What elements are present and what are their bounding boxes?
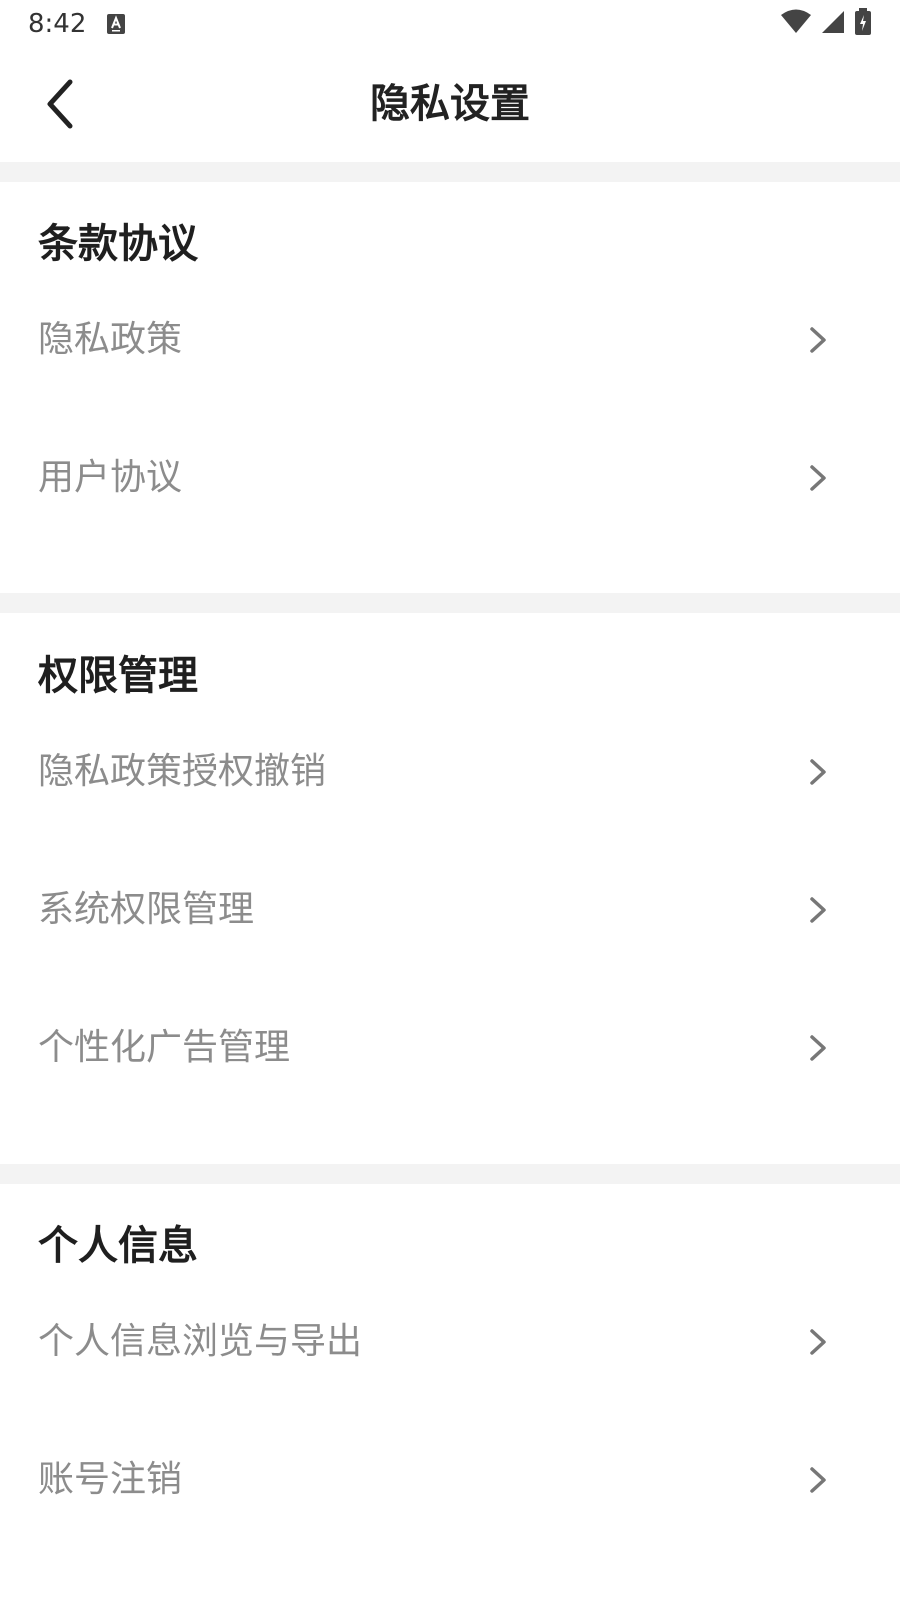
section-divider [0,593,900,613]
app-bar: 隐私设置 [0,50,900,162]
status-bar: 8:42 [0,0,900,50]
row-personal-info-export[interactable]: 个人信息浏览与导出 [0,1294,900,1390]
status-icons [780,8,872,40]
chevron-right-icon [810,759,826,785]
section-divider [0,162,900,182]
row-label: 隐私政策 [38,319,183,360]
row-user-agreement[interactable]: 用户协议 [0,430,900,526]
chevron-right-icon [810,1329,826,1355]
row-account-deletion[interactable]: 账号注销 [0,1432,900,1528]
row-label: 用户协议 [38,457,183,498]
font-a-icon [106,13,126,35]
row-label: 个人信息浏览与导出 [38,1321,363,1362]
chevron-right-icon [810,327,826,353]
section-title-personal-info: 个人信息 [38,1223,198,1269]
chevron-right-icon [810,465,826,491]
back-button[interactable] [30,74,90,134]
row-label: 系统权限管理 [38,889,255,930]
row-personalized-ads[interactable]: 个性化广告管理 [0,1000,900,1096]
row-label: 账号注销 [38,1459,183,1500]
back-arrow-icon [47,79,73,129]
chevron-right-icon [810,897,826,923]
row-system-permissions[interactable]: 系统权限管理 [0,862,900,958]
section-title-terms: 条款协议 [38,221,198,267]
status-time: 8:42 [28,9,87,39]
row-privacy-policy[interactable]: 隐私政策 [0,292,900,388]
page-title: 隐私设置 [370,81,530,127]
chevron-right-icon [810,1467,826,1493]
row-revoke-privacy-authorization[interactable]: 隐私政策授权撤销 [0,724,900,820]
signal-icon [820,9,846,39]
section-divider [0,1164,900,1184]
row-label: 个性化广告管理 [38,1027,291,1068]
wifi-icon [780,9,812,39]
section-title-permissions: 权限管理 [38,653,198,699]
chevron-right-icon [810,1035,826,1061]
battery-icon [854,8,872,40]
row-label: 隐私政策授权撤销 [38,751,327,792]
